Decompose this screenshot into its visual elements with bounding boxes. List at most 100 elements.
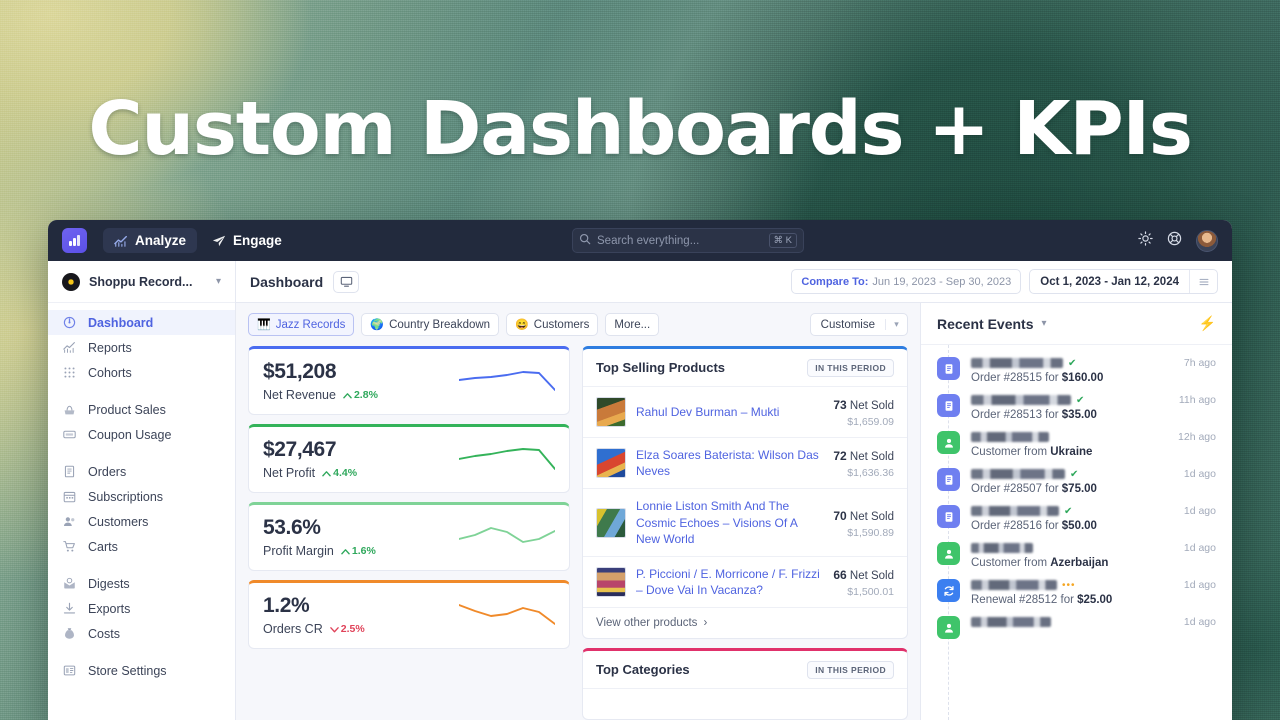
kpi-delta-value: 1.6%: [351, 545, 376, 557]
gauge-icon: [62, 316, 77, 329]
kpi-delta: 1.6%: [341, 545, 376, 557]
order-icon: [937, 394, 960, 417]
list-item[interactable]: ✔ 1d ago Order #28516 for $50.00: [921, 500, 1232, 537]
kpi-delta: 2.5%: [329, 623, 365, 635]
event-time: 11h ago: [1178, 394, 1216, 406]
period-badge: IN THIS PERIOD: [807, 358, 894, 377]
app-window: Analyze Engage ⌘ K: [48, 220, 1232, 720]
sidebar-divider: [48, 646, 235, 658]
sidebar-item-product-sales[interactable]: Product Sales: [48, 397, 235, 422]
hamburger-icon[interactable]: [1189, 270, 1217, 293]
lifebuoy-icon[interactable]: [1167, 231, 1182, 251]
sidebar-item-store-settings[interactable]: Store Settings: [48, 658, 235, 683]
chevron-down-icon[interactable]: ▾: [885, 319, 907, 330]
dashboard-columns: $51,208 Net Revenue 2.8% $27,467 Net Pro…: [248, 346, 908, 720]
grid-dots-icon: [62, 366, 77, 379]
sold-unit: Net Sold: [849, 400, 894, 412]
kpi-value: 1.2%: [263, 594, 310, 617]
event-amount: $35.00: [1061, 409, 1097, 421]
sparkline: [459, 371, 555, 391]
sidebar-item-subscriptions[interactable]: Subscriptions: [48, 484, 235, 509]
customise-dropdown[interactable]: Customise ▾: [809, 313, 908, 336]
table-row[interactable]: Elza Soares Baterista: Wilson Das Neves …: [583, 438, 907, 490]
compare-label: Compare To:: [801, 275, 869, 288]
sidebar-item-orders[interactable]: Orders: [48, 459, 235, 484]
list-item[interactable]: 12h ago Customer from Ukraine: [921, 426, 1232, 463]
list-item[interactable]: ✔ 1d ago Order #28507 for $75.00: [921, 463, 1232, 500]
kpi-card-orders-cr[interactable]: 1.2% Orders CR 2.5%: [248, 580, 570, 649]
kpi-card-net-revenue[interactable]: $51,208 Net Revenue 2.8%: [248, 346, 570, 415]
renewal-icon: [937, 579, 960, 602]
customise-label: Customise: [820, 318, 875, 331]
sidebar-divider: [48, 385, 235, 397]
period-badge: IN THIS PERIOD: [807, 660, 894, 679]
list-item[interactable]: ✔ 7h ago Order #28515 for $160.00: [921, 352, 1232, 389]
kpi-delta-value: 2.8%: [353, 389, 378, 401]
smiley-icon: 😄: [515, 319, 529, 331]
sidebar-item-cohorts[interactable]: Cohorts: [48, 360, 235, 385]
chip-jazz-records[interactable]: 🎹 Jazz Records: [248, 313, 355, 336]
app-logo[interactable]: [62, 228, 87, 253]
panel-title: Top Selling Products: [596, 360, 726, 375]
list-item[interactable]: 1d ago Customer from Azerbaijan: [921, 537, 1232, 574]
store-switcher[interactable]: Shoppu Record... ▾: [48, 261, 235, 303]
chip-more[interactable]: More...: [605, 313, 660, 336]
list-item[interactable]: ••• 1d ago Renewal #28512 for $25.00: [921, 574, 1232, 611]
event-time: 1d ago: [1183, 505, 1216, 517]
kpi-card-net-profit[interactable]: $27,467 Net Profit 4.4%: [248, 424, 570, 493]
list-item[interactable]: ✔ 11h ago Order #28513 for $35.00: [921, 389, 1232, 426]
kpi-delta: 4.4%: [322, 467, 357, 479]
table-row[interactable]: P. Piccioni / E. Morricone / F. Frizzi –…: [583, 557, 907, 609]
sidebar-item-dashboard[interactable]: Dashboard: [48, 310, 235, 335]
chevron-down-icon[interactable]: ▾: [1041, 318, 1046, 329]
sidebar-item-reports[interactable]: Reports: [48, 335, 235, 360]
product-name[interactable]: Lonnie Liston Smith And The Cosmic Echoe…: [636, 498, 823, 547]
sun-icon[interactable]: [1138, 230, 1153, 251]
kpi-delta-value: 4.4%: [333, 467, 358, 479]
filter-chip-row: 🎹 Jazz Records 🌍 Country Breakdown 😄 Cus…: [248, 313, 908, 336]
global-search[interactable]: ⌘ K: [572, 228, 804, 253]
recent-events-title: Recent Events: [937, 315, 1034, 332]
compare-range: Jun 19, 2023 - Sep 30, 2023: [872, 275, 1012, 288]
sidebar-item-exports[interactable]: Exports: [48, 596, 235, 621]
chip-country-breakdown[interactable]: 🌍 Country Breakdown: [361, 313, 500, 336]
product-amount: $1,590.89: [847, 526, 894, 539]
main-header: Dashboard Compare To: Jun 19, 2023 - Sep…: [236, 261, 1232, 303]
sidebar-label: Dashboard: [88, 315, 154, 330]
header-controls: Compare To: Jun 19, 2023 - Sep 30, 2023 …: [791, 269, 1218, 294]
table-row[interactable]: Lonnie Liston Smith And The Cosmic Echoe…: [583, 489, 907, 557]
avatar[interactable]: [1196, 229, 1218, 252]
product-name[interactable]: P. Piccioni / E. Morricone / F. Frizzi –…: [636, 566, 823, 598]
main-area: Dashboard Compare To: Jun 19, 2023 - Sep…: [236, 261, 1232, 720]
kpi-card-profit-margin[interactable]: 53.6% Profit Margin 1.6%: [248, 502, 570, 571]
sidebar-item-coupon-usage[interactable]: Coupon Usage: [48, 422, 235, 447]
topnav-item-engage[interactable]: Engage: [201, 228, 293, 253]
sidebar-label: Digests: [88, 576, 130, 591]
sidebar-item-costs[interactable]: Costs: [48, 621, 235, 646]
view-other-products-link[interactable]: View other products ›: [583, 608, 907, 638]
topnav-item-analyze[interactable]: Analyze: [103, 228, 198, 253]
sparkline: [459, 604, 555, 625]
sidebar-item-digests[interactable]: Digests: [48, 571, 235, 596]
product-name[interactable]: Rahul Dev Burman – Mukti: [636, 404, 823, 420]
list-item[interactable]: 1d ago: [921, 611, 1232, 644]
chip-customers[interactable]: 😄 Customers: [506, 313, 599, 336]
compare-range-button[interactable]: Compare To: Jun 19, 2023 - Sep 30, 2023: [791, 269, 1022, 294]
event-description: Renewal #28512 for $25.00: [971, 594, 1113, 606]
album-art-thumbnail: [596, 397, 626, 427]
sidebar-item-customers[interactable]: Customers: [48, 509, 235, 534]
search-input[interactable]: [597, 234, 763, 247]
lightning-bolt-icon[interactable]: ⚡: [1199, 315, 1216, 332]
sidebar-label: Costs: [88, 626, 120, 641]
kpi-label: Profit Margin: [263, 544, 334, 558]
sidebar-item-carts[interactable]: Carts: [48, 534, 235, 559]
piano-icon: 🎹: [257, 319, 271, 331]
date-range-value[interactable]: Oct 1, 2023 - Jan 12, 2024: [1030, 276, 1189, 288]
table-row[interactable]: Rahul Dev Burman – Mukti 73 Net Sold $1,…: [583, 387, 907, 438]
product-name[interactable]: Elza Soares Baterista: Wilson Das Neves: [636, 447, 823, 479]
sidebar-label: Reports: [88, 340, 132, 355]
kpi-label: Net Revenue: [263, 388, 336, 402]
monitor-icon[interactable]: [333, 270, 360, 293]
check-icon: ✔: [1068, 357, 1077, 369]
event-time: 1d ago: [1183, 616, 1216, 628]
